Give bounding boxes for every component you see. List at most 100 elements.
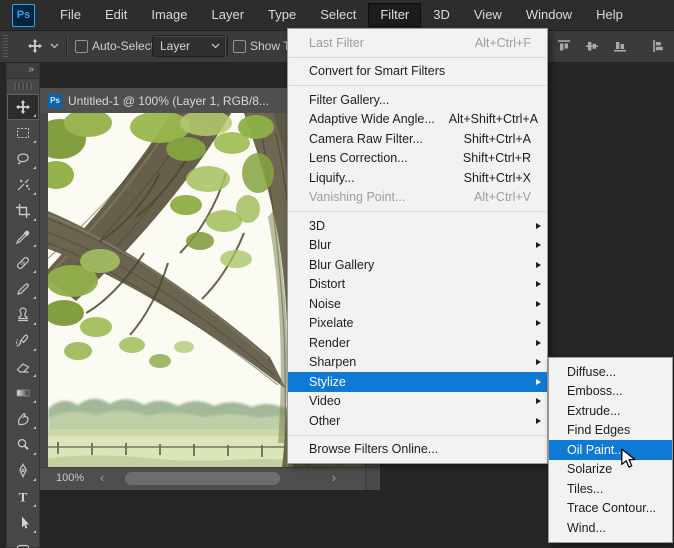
scroll-right-icon[interactable]: › xyxy=(332,470,336,485)
tool-type[interactable]: T xyxy=(7,484,39,510)
show-transform-checkbox[interactable] xyxy=(233,40,246,53)
menu-item-shortcut: Alt+Ctrl+V xyxy=(460,190,531,204)
tool-flyout-indicator xyxy=(33,348,36,351)
tool-dodge[interactable] xyxy=(7,432,39,458)
photoshop-logo-icon: Ps xyxy=(12,4,35,27)
menu-item-3d[interactable]: 3D xyxy=(288,216,547,236)
tool-magic-wand[interactable] xyxy=(7,172,39,198)
zoom-level[interactable]: 100% xyxy=(56,472,84,484)
menu-item-extrude[interactable]: Extrude... xyxy=(549,401,672,421)
tool-eyedropper[interactable] xyxy=(7,224,39,250)
menubar-item-file[interactable]: File xyxy=(48,3,93,27)
menubar-item-window[interactable]: Window xyxy=(514,3,584,27)
menu-item-blur-gallery[interactable]: Blur Gallery xyxy=(288,255,547,275)
tool-rounded-rectangle[interactable] xyxy=(7,536,39,548)
tool-gradient[interactable] xyxy=(7,380,39,406)
tool-history-brush[interactable] xyxy=(7,328,39,354)
options-grip-handle[interactable] xyxy=(3,35,8,57)
tool-path-selection[interactable] xyxy=(7,510,39,536)
menu-item-label: Extrude... xyxy=(567,404,621,418)
menu-item-shortcut: Shift+Ctrl+A xyxy=(450,132,531,146)
tool-clone-stamp[interactable] xyxy=(7,302,39,328)
menu-separator xyxy=(289,435,546,436)
submenu-arrow-icon xyxy=(536,223,541,229)
align-vertical-centers-button[interactable] xyxy=(582,37,602,55)
menu-separator xyxy=(289,211,546,212)
tool-rectangular-marquee[interactable] xyxy=(7,120,39,146)
menu-item-convert-for-smart-filters[interactable]: Convert for Smart Filters xyxy=(288,62,547,82)
menubar-item-layer[interactable]: Layer xyxy=(200,3,257,27)
align-left-edges-button[interactable] xyxy=(648,37,668,55)
menubar-item-select[interactable]: Select xyxy=(308,3,368,27)
menu-item-noise[interactable]: Noise xyxy=(288,294,547,314)
menu-item-adaptive-wide-angle[interactable]: Adaptive Wide Angle...Alt+Shift+Ctrl+A xyxy=(288,110,547,130)
tool-flyout-indicator xyxy=(33,192,36,195)
menu-item-label: Oil Paint... xyxy=(567,443,625,457)
menu-item-label: Tiles... xyxy=(567,482,603,496)
menubar-item-3d[interactable]: 3D xyxy=(421,3,462,27)
menu-item-trace-contour[interactable]: Trace Contour... xyxy=(549,499,672,519)
menu-item-label: Trace Contour... xyxy=(567,501,656,515)
options-separator xyxy=(224,35,225,57)
filter-menu: Last FilterAlt+Ctrl+F Convert for Smart F… xyxy=(287,28,548,464)
menu-item-blur[interactable]: Blur xyxy=(288,236,547,256)
tool-smudge[interactable] xyxy=(7,406,39,432)
toolbar-grip-handle[interactable] xyxy=(14,83,32,90)
tool-pencil[interactable] xyxy=(7,276,39,302)
menu-item-other[interactable]: Other xyxy=(288,411,547,431)
menubar-item-view[interactable]: View xyxy=(462,3,514,27)
menu-item-video[interactable]: Video xyxy=(288,392,547,412)
menubar-item-help[interactable]: Help xyxy=(584,3,635,27)
menubar-item-type[interactable]: Type xyxy=(256,3,308,27)
menu-item-liquify[interactable]: Liquify...Shift+Ctrl+X xyxy=(288,168,547,188)
align-top-edges-button[interactable] xyxy=(554,37,574,55)
tool-flyout-indicator xyxy=(33,270,36,273)
scroll-left-icon[interactable]: ‹ xyxy=(100,470,104,485)
toolbar-collapse-button[interactable]: » xyxy=(7,63,39,79)
tool-spot-healing-brush[interactable] xyxy=(7,250,39,276)
document-tab[interactable]: Ps Untitled-1 @ 100% (Layer 1, RGB/8... … xyxy=(40,88,309,113)
tool-flyout-indicator xyxy=(33,114,36,117)
menu-item-label: Last Filter xyxy=(309,36,364,50)
menu-item-sharpen[interactable]: Sharpen xyxy=(288,353,547,373)
menu-item-shortcut: Shift+Ctrl+R xyxy=(449,151,531,165)
menubar-item-image[interactable]: Image xyxy=(139,3,199,27)
menu-item-label: Diffuse... xyxy=(567,365,616,379)
menu-item-label: Pixelate xyxy=(309,316,353,330)
tool-preset-chevron-icon[interactable] xyxy=(50,43,59,50)
auto-select-target-dropdown[interactable]: Layer xyxy=(152,35,228,57)
menu-item-tiles[interactable]: Tiles... xyxy=(549,479,672,499)
menu-item-distort[interactable]: Distort xyxy=(288,275,547,295)
tool-lasso[interactable] xyxy=(7,146,39,172)
menu-item-camera-raw-filter[interactable]: Camera Raw Filter...Shift+Ctrl+A xyxy=(288,129,547,149)
menu-item-filter-gallery[interactable]: Filter Gallery... xyxy=(288,90,547,110)
menu-item-solarize[interactable]: Solarize xyxy=(549,460,672,480)
menu-item-lens-correction[interactable]: Lens Correction...Shift+Ctrl+R xyxy=(288,149,547,169)
horizontal-scrollbar-thumb[interactable] xyxy=(125,472,280,485)
tool-move[interactable] xyxy=(7,94,39,120)
ps-file-icon: Ps xyxy=(48,94,62,108)
tool-pen[interactable] xyxy=(7,458,39,484)
tool-eraser[interactable] xyxy=(7,354,39,380)
menubar-item-edit[interactable]: Edit xyxy=(93,3,139,27)
menu-item-pixelate[interactable]: Pixelate xyxy=(288,314,547,334)
menu-item-label: Render xyxy=(309,336,350,350)
menu-item-find-edges[interactable]: Find Edges xyxy=(549,421,672,441)
menu-item-label: Solarize xyxy=(567,462,612,476)
dropdown-chevron-icon xyxy=(211,43,220,50)
menu-item-stylize[interactable]: Stylize xyxy=(288,372,547,392)
align-bottom-edges-button[interactable] xyxy=(610,37,630,55)
auto-select-checkbox[interactable] xyxy=(75,40,88,53)
menu-item-oil-paint[interactable]: Oil Paint... xyxy=(549,440,672,460)
tool-crop[interactable] xyxy=(7,198,39,224)
menu-item-render[interactable]: Render xyxy=(288,333,547,353)
menu-item-last-filter: Last FilterAlt+Ctrl+F xyxy=(288,33,547,53)
menu-item-label: Convert for Smart Filters xyxy=(309,64,445,78)
menu-item-browse-filters-online[interactable]: Browse Filters Online... xyxy=(288,440,547,460)
menubar-item-filter[interactable]: Filter xyxy=(368,3,421,27)
submenu-arrow-icon xyxy=(536,301,541,307)
menu-item-emboss[interactable]: Emboss... xyxy=(549,382,672,402)
auto-select-label: Auto-Select: xyxy=(92,39,157,53)
menu-item-diffuse[interactable]: Diffuse... xyxy=(549,362,672,382)
menu-item-wind[interactable]: Wind... xyxy=(549,518,672,538)
